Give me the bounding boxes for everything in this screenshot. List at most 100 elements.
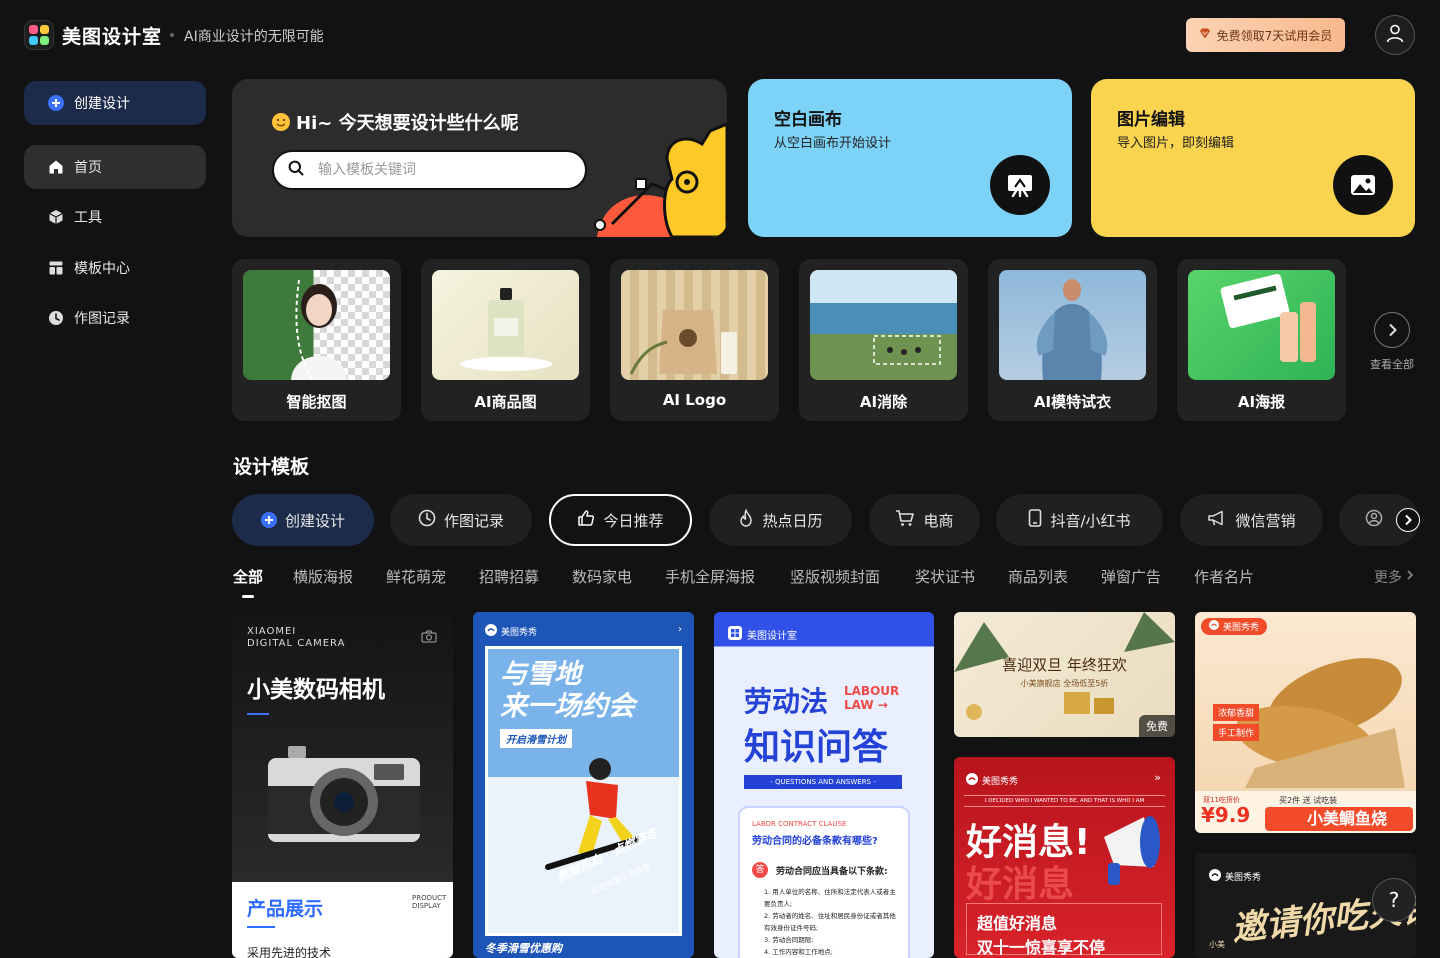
template-card-new-year[interactable]: 喜迎双旦 年终狂欢 小美旗舰店 全场低至5折 免费 [954, 612, 1175, 737]
pill-label: 微信营销 [1235, 511, 1296, 530]
tool-label: AI海报 [1237, 393, 1286, 411]
pill-create-design[interactable]: 创建设计 [232, 494, 374, 546]
tool-card-ai-logo[interactable]: AI Logo [610, 259, 779, 421]
fish-tag-1: 浓郁香甜 [1213, 704, 1260, 721]
tool-image-ai-model [999, 270, 1146, 380]
meitu-logo-icon [1209, 869, 1221, 884]
sidebar-item-home[interactable]: 首页 [24, 145, 206, 189]
hero-search-card: Hi~ 今天想要设计些什么呢 [232, 79, 727, 237]
sidebar-item-label: 作图记录 [74, 311, 130, 327]
fish-tag-2: 手工制作 [1213, 724, 1260, 741]
pills-next-button[interactable] [1396, 508, 1420, 532]
tool-image-ai-poster [1188, 270, 1335, 380]
help-button[interactable]: ? [1372, 878, 1416, 922]
hotpot-brand: 美图秀秀 [1209, 869, 1261, 884]
template-search-box[interactable] [272, 150, 587, 190]
law-question: 劳动合同的必备条款有哪些? [752, 836, 878, 847]
category-tab-recruitment[interactable]: 招聘招募 [479, 566, 539, 587]
tool-card-ai-model[interactable]: AI模特试衣 [988, 259, 1157, 421]
category-tab-flowers-pets[interactable]: 鲜花萌宠 [386, 566, 446, 587]
pill-history[interactable]: 作图记录 [390, 494, 532, 546]
pill-label: 热点日历 [762, 511, 823, 530]
camera-section-line [247, 926, 275, 928]
camera-icon [421, 628, 437, 647]
pill-ecommerce[interactable]: 电商 [869, 494, 980, 546]
user-icon [1385, 23, 1405, 47]
sidebar-create-design-button[interactable]: 创建设计 [24, 81, 206, 125]
pill-hot-calendar[interactable]: 热点日历 [709, 494, 852, 546]
view-all-label: 查看全部 [1370, 358, 1414, 371]
template-card-camera[interactable]: XIAOMEI DIGITAL CAMERA 小美数码相机 产品展示 PRODUC… [232, 612, 453, 958]
double-chevron-icon: » [1154, 771, 1161, 784]
brand-name[interactable]: 美图设计室 [62, 22, 162, 49]
meitu-logo-icon [1209, 620, 1219, 633]
sidebar-item-template-center[interactable]: 模板中心 [24, 246, 206, 290]
category-tab-all[interactable]: 全部 [233, 566, 263, 587]
category-tab-product-list[interactable]: 商品列表 [1008, 566, 1068, 587]
category-tab-landscape-poster[interactable]: 横版海报 [293, 566, 353, 587]
category-tab-popup-ads[interactable]: 弹窗广告 [1101, 566, 1161, 587]
template-card-labour-law[interactable]: 美图设计室 劳动法 LABOUR LAW → 知识问答 - QUESTIONS A… [714, 612, 934, 958]
meitu-logo-icon [485, 624, 497, 639]
tool-image-ai-logo [621, 270, 768, 380]
box-icon [48, 209, 64, 225]
news-brand: 美图秀秀 [966, 773, 1018, 788]
image-edit-title: 图片编辑 [1117, 110, 1185, 130]
tool-card-cutout[interactable]: 智能抠图 [232, 259, 401, 421]
home-icon [48, 159, 64, 175]
fish-price: ¥9.9 [1201, 803, 1251, 827]
template-card-ski[interactable]: 美图秀秀 › 与雪地 来一场约会 开启滑雪计划 燃烧热血 · 点燃寒冬 在雪地里… [473, 612, 694, 958]
law-title-1: 劳动法 [744, 685, 829, 718]
camera-body-text: 采用先进的技术 [247, 946, 332, 958]
smile-icon [272, 113, 290, 131]
category-tab-mobile-fullscreen[interactable]: 手机全屏海报 [665, 566, 755, 587]
tool-label: AI Logo [662, 391, 727, 409]
news-box: 超值好消息 双十一惊喜享不停 [966, 903, 1162, 957]
pill-douyin-xiaohongshu[interactable]: 抖音/小红书 [996, 494, 1163, 546]
news-line-2: 双十一惊喜享不停 [977, 938, 1106, 957]
user-avatar[interactable] [1375, 15, 1415, 55]
blank-canvas-card[interactable]: 空白画布 从空白画布开始设计 [748, 79, 1072, 237]
top-header: 美图设计室 AI商业设计的无限可能 免费领取7天试用会员 [0, 0, 1440, 70]
more-categories-link[interactable]: 更多 [1374, 567, 1414, 587]
create-design-label: 创建设计 [74, 96, 130, 112]
pill-wechat-marketing[interactable]: 微信营销 [1180, 494, 1323, 546]
tool-label: AI商品图 [474, 393, 537, 411]
image-icon [1333, 155, 1393, 215]
template-card-good-news[interactable]: 美图秀秀 » I DECIDED WHO I WANTED TO BE, AND… [954, 757, 1175, 958]
category-tab-digital-appliances[interactable]: 数码家电 [572, 566, 632, 587]
section-title-templates: 设计模板 [233, 456, 310, 478]
chevron-right-icon [1374, 312, 1410, 348]
tool-card-ai-product[interactable]: AI商品图 [421, 259, 590, 421]
sidebar-item-history[interactable]: 作图记录 [24, 296, 206, 340]
tool-card-ai-poster[interactable]: AI海报 [1177, 259, 1346, 421]
free-trial-label: 免费领取7天试用会员 [1216, 28, 1333, 43]
pill-label: 抖音/小红书 [1050, 511, 1131, 530]
tool-card-ai-erase[interactable]: AI消除 [799, 259, 968, 421]
template-search-input[interactable] [318, 162, 558, 178]
clock-icon [418, 509, 436, 531]
camera-illustration [268, 746, 420, 842]
category-tab-author-card[interactable]: 作者名片 [1194, 566, 1254, 587]
pill-today-recommend[interactable]: 今日推荐 [549, 494, 692, 546]
law-brand: 美图设计室 [728, 626, 797, 643]
category-tab-certificates[interactable]: 奖状证书 [915, 566, 975, 587]
user-circle-icon [1365, 509, 1383, 531]
law-answer-badge: 答 [752, 862, 768, 878]
image-edit-card[interactable]: 图片编辑 导入图片，即刻编辑 [1091, 79, 1415, 237]
fish-price-strip: 双11吃货价 ¥9.9 买2件 送 试吃装 小美鲷鱼烧 [1195, 791, 1416, 833]
tool-image-ai-product [432, 270, 579, 380]
megaphone-illustration [1104, 816, 1160, 885]
sidebar-item-label: 模板中心 [74, 261, 130, 277]
sidebar-item-tools[interactable]: 工具 [24, 195, 206, 239]
free-trial-button[interactable]: 免费领取7天试用会员 [1186, 18, 1345, 52]
category-tab-video-cover[interactable]: 竖版视频封面 [790, 566, 880, 587]
template-card-taiyaki[interactable]: 美图秀秀 浓郁香甜 手工制作 双11吃货价 ¥9.9 买2件 送 试吃装 小美鲷… [1195, 612, 1416, 833]
search-icon [288, 160, 304, 180]
pill-label: 电商 [923, 511, 954, 530]
sidebar-item-label: 工具 [74, 210, 102, 226]
logo-icon[interactable] [24, 20, 54, 50]
template-icon [48, 260, 64, 276]
camera-section-en: PRODUCT DISPLAY [412, 894, 447, 910]
view-all-tools[interactable]: 查看全部 [1366, 312, 1418, 372]
